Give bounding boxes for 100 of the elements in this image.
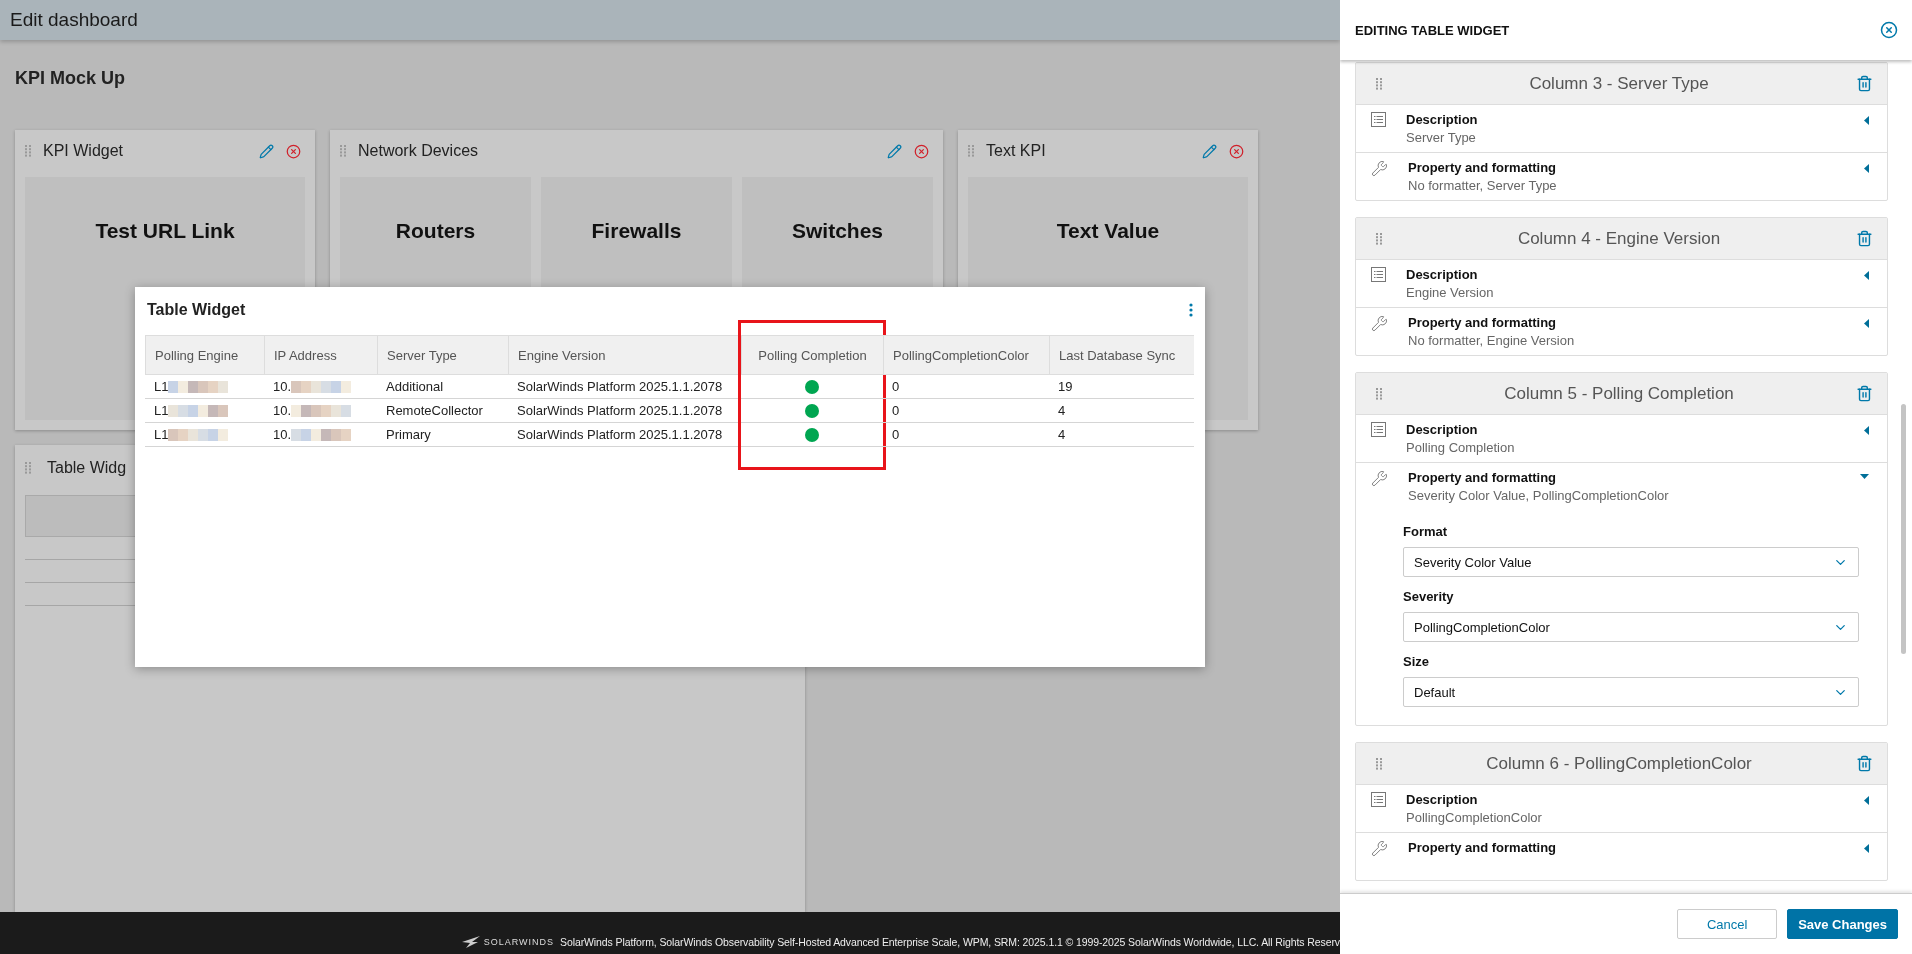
redaction-drawing	[168, 428, 229, 441]
table-cell: SolarWinds Platform 2025.1.1.2078	[508, 423, 741, 447]
row-value: No formatter, Server Type	[1408, 178, 1558, 193]
table-cell: SolarWinds Platform 2025.1.1.2078	[508, 399, 741, 423]
row-label[interactable]: Description	[1406, 792, 1844, 807]
table-cell: 0	[883, 399, 1049, 423]
table-cell: 10.	[264, 399, 377, 423]
drag-handle-icon[interactable]	[968, 145, 974, 157]
trash-icon[interactable]	[1856, 755, 1873, 772]
field-label: Format	[1403, 524, 1448, 539]
column-title: Column 6 - PollingCompletionColor	[1485, 753, 1753, 774]
widget-title: Network Devices	[358, 142, 480, 160]
caret-icon[interactable]	[1864, 271, 1869, 280]
close-icon[interactable]	[914, 143, 929, 159]
column-header[interactable]: PollingCompletionColor	[883, 335, 1049, 375]
select-field[interactable]: Severity Color Value	[1403, 547, 1859, 577]
select-field[interactable]: Default	[1403, 677, 1859, 707]
table-cell: L1	[145, 423, 264, 447]
cancel-button[interactable]: Cancel	[1677, 909, 1778, 939]
column-header[interactable]: Polling Completion	[741, 335, 883, 375]
kpi-label: Text Value	[1056, 219, 1160, 243]
trash-icon[interactable]	[1856, 385, 1873, 402]
row-value: Engine Version	[1406, 285, 1495, 300]
table-cell: 19	[1049, 375, 1194, 399]
page-title: Edit dashboard	[10, 9, 138, 31]
redaction-drawing	[291, 380, 352, 393]
list-icon	[1371, 792, 1386, 807]
drag-handle-icon[interactable]	[1376, 757, 1382, 770]
table-cell: Additional	[377, 375, 508, 399]
caret-icon[interactable]	[1864, 844, 1869, 853]
table-cell: SolarWinds Platform 2025.1.1.2078	[508, 375, 741, 399]
list-icon	[1371, 422, 1386, 437]
select-field[interactable]: PollingCompletionColor	[1403, 612, 1859, 642]
drag-handle-icon[interactable]	[25, 145, 31, 157]
field-label: Size	[1403, 654, 1429, 669]
trash-icon[interactable]	[1856, 230, 1873, 247]
table-cell: L1	[145, 399, 264, 423]
caret-icon[interactable]	[1864, 796, 1869, 805]
edit-icon[interactable]	[259, 143, 274, 159]
kpi-label: Test URL Link	[95, 219, 235, 243]
caret-icon[interactable]	[1864, 164, 1869, 173]
list-icon	[1371, 267, 1386, 282]
redaction-drawing	[291, 404, 352, 417]
drag-handle-icon[interactable]	[1376, 77, 1382, 90]
table-cell: 10.	[264, 423, 377, 447]
row-label[interactable]: Description	[1406, 112, 1844, 127]
column-header[interactable]: Engine Version	[508, 335, 741, 375]
column-title: Column 3 - Server Type	[1528, 73, 1710, 94]
row-value: Severity Color Value, PollingCompletionColor	[1408, 488, 1670, 503]
redaction-drawing	[168, 404, 229, 417]
edit-icon[interactable]	[1202, 143, 1217, 159]
column-header[interactable]: Server Type	[377, 335, 508, 375]
drag-handle-icon[interactable]	[25, 462, 31, 474]
redaction-drawing	[168, 380, 229, 393]
list-icon	[1371, 112, 1386, 127]
close-icon[interactable]	[1229, 143, 1244, 159]
column-header[interactable]: Last Database Sync	[1049, 335, 1194, 375]
caret-icon[interactable]	[1864, 319, 1869, 328]
row-value: Server Type	[1406, 130, 1477, 145]
drag-handle-icon[interactable]	[1376, 232, 1382, 245]
table-cell: 0	[883, 423, 1049, 447]
drag-handle-icon[interactable]	[340, 145, 346, 157]
close-icon[interactable]	[286, 143, 301, 159]
column-title: Column 4 - Engine Version	[1516, 228, 1722, 249]
table-cell: 10.	[264, 375, 377, 399]
brand-name: SOLARWINDS	[483, 937, 555, 947]
table-cell: 4	[1049, 399, 1194, 423]
caret-icon[interactable]	[1864, 426, 1869, 435]
wrench-icon	[1371, 315, 1388, 332]
logo-icon	[461, 936, 480, 948]
more-options-icon[interactable]	[1189, 303, 1193, 317]
row-label[interactable]: Description	[1406, 267, 1844, 282]
row-label[interactable]: Property and formatting	[1408, 160, 1844, 175]
field-label: Severity	[1403, 589, 1454, 604]
preview-title: Table Widget	[147, 301, 246, 319]
table-cell: 4	[1049, 423, 1194, 447]
column-header[interactable]: IP Address	[264, 335, 377, 375]
copyright-text: SolarWinds Platform, SolarWinds Observability Self-Hosted Advanced Enterprise Scale, WPM, SRM: 2025.1.1 © 1999-2025 SolarWinds Worldwide, LLC. All Rights Reserv	[560, 936, 1340, 948]
save-button[interactable]: Save Changes	[1787, 909, 1898, 939]
edit-icon[interactable]	[887, 143, 902, 159]
column-header[interactable]: Polling Engine	[145, 335, 264, 375]
kpi-label: Routers	[395, 219, 476, 243]
row-label[interactable]: Property and formatting	[1408, 315, 1844, 330]
trash-icon[interactable]	[1856, 75, 1873, 92]
caret-icon[interactable]	[1860, 474, 1869, 479]
wrench-icon	[1371, 840, 1388, 857]
wrench-icon	[1371, 470, 1388, 487]
panel-title: EDITING TABLE WIDGET	[1355, 22, 1510, 38]
widget-title: Table Widg	[47, 459, 128, 477]
redaction-drawing	[291, 428, 352, 441]
caret-icon[interactable]	[1864, 116, 1869, 125]
kpi-label: Firewalls	[591, 219, 682, 243]
drag-handle-icon[interactable]	[1376, 387, 1382, 400]
close-icon[interactable]	[1880, 21, 1898, 39]
row-label[interactable]: Property and formatting	[1408, 840, 1844, 855]
table-cell: L1	[145, 375, 264, 399]
row-label[interactable]: Description	[1406, 422, 1844, 437]
scrollbar-thumb[interactable]	[1901, 404, 1906, 654]
row-label[interactable]: Property and formatting	[1408, 470, 1840, 485]
row-value: No formatter, Engine Version	[1408, 333, 1576, 348]
